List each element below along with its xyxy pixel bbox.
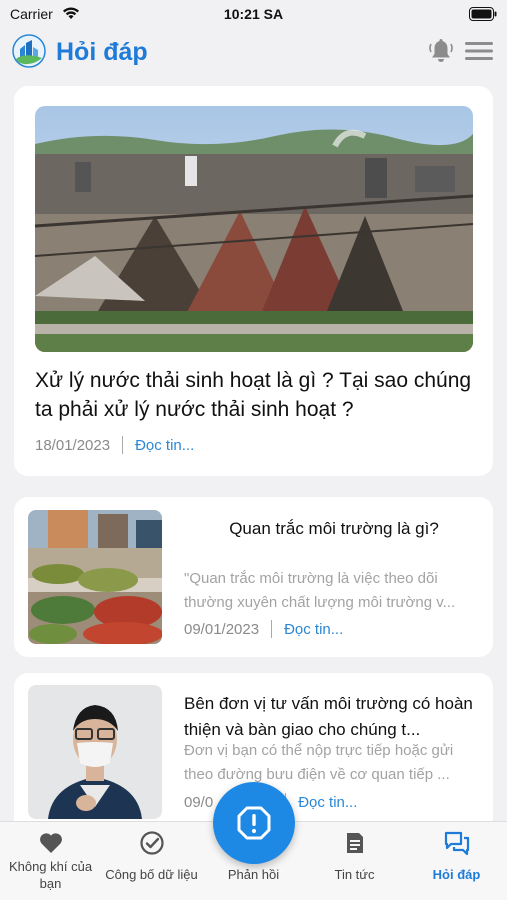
app-header: Hỏi đáp	[0, 28, 507, 78]
read-more-link[interactable]: Đọc tin...	[135, 437, 194, 454]
featured-article-title[interactable]: Xử lý nước thải sinh hoạt là gì ? Tại sa…	[35, 366, 475, 424]
check-circle-icon	[140, 831, 164, 855]
tab-label: Hỏi đáp	[432, 867, 481, 882]
article-date: 09/01/2023	[184, 621, 260, 638]
article-thumbnail	[28, 685, 162, 819]
tab-qa[interactable]: Hỏi đáp	[406, 822, 507, 900]
tab-news[interactable]: Tin tức	[304, 822, 405, 900]
chat-icon	[444, 831, 470, 856]
article-date: 18/01/2023	[35, 437, 111, 454]
article-card[interactable]: Quan trắc môi trường là gì? "Quan trắc m…	[14, 497, 493, 657]
article-title[interactable]: Quan trắc môi trường là gì?	[184, 516, 484, 542]
article-excerpt: Đơn vị bạn có thể nộp trực tiếp hoặc gửi…	[184, 742, 454, 783]
tab-air-quality[interactable]: Không khí của bạn	[0, 822, 101, 900]
article-date: 09/0	[184, 794, 214, 811]
tab-label: Công bố dữ liệu	[105, 867, 198, 882]
alert-icon	[237, 806, 271, 840]
featured-article-card[interactable]: Xử lý nước thải sinh hoạt là gì ? Tại sa…	[14, 86, 493, 476]
bell-icon[interactable]	[428, 38, 454, 64]
tab-label: Phản hồi	[227, 867, 280, 882]
article-excerpt: "Quan trắc môi trường là việc theo dõi t…	[184, 570, 456, 611]
page-title: Hỏi đáp	[56, 38, 148, 66]
featured-article-meta: 18/01/2023 Đọc tin...	[35, 436, 194, 454]
status-bar: Carrier 10:21 SA	[0, 0, 507, 28]
feedback-fab-button[interactable]	[213, 782, 295, 864]
clock: 10:21 SA	[223, 6, 284, 22]
read-more-link[interactable]: Đọc tin...	[284, 621, 343, 638]
app-logo-icon	[12, 34, 46, 68]
heart-icon	[40, 833, 62, 853]
article-meta: 09/01/2023 Đọc tin...	[184, 620, 343, 638]
news-feed[interactable]: Xử lý nước thải sinh hoạt là gì ? Tại sa…	[0, 86, 507, 821]
article-title[interactable]: Bên đơn vị tư vấn môi trường có hoàn thi…	[184, 691, 484, 743]
battery-icon	[469, 7, 497, 21]
tab-label: Không khí của bạn	[8, 859, 93, 891]
featured-article-image	[35, 106, 473, 352]
read-more-link[interactable]: Đọc tin...	[298, 794, 357, 811]
tab-data-publication[interactable]: Công bố dữ liệu	[101, 822, 202, 900]
article-thumbnail	[28, 510, 162, 644]
meta-divider	[271, 620, 273, 638]
news-icon	[347, 833, 363, 853]
tab-label: Tin tức	[334, 867, 375, 882]
menu-icon[interactable]	[465, 40, 493, 62]
meta-divider	[122, 436, 124, 454]
